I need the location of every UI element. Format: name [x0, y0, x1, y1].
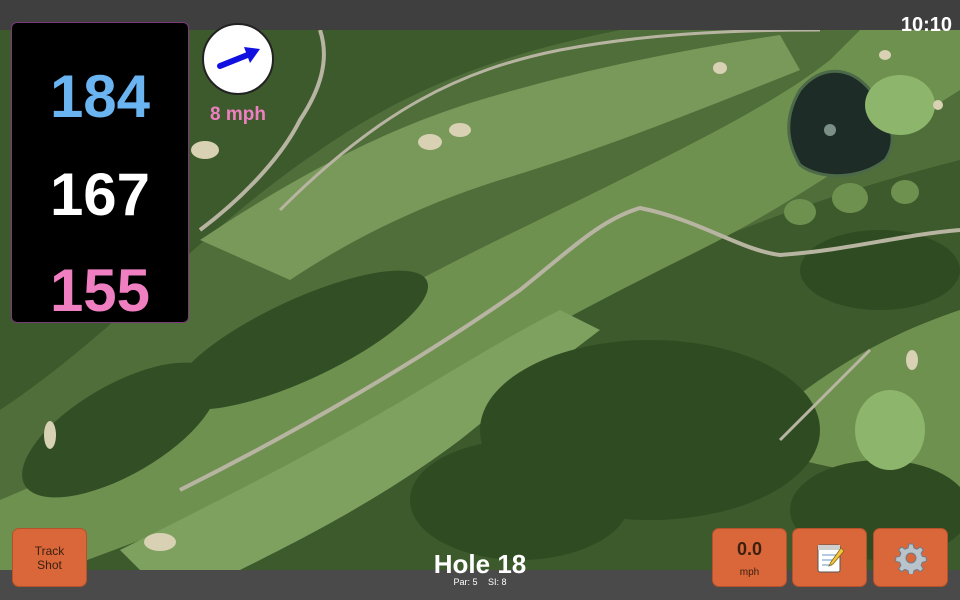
- notepad-icon: [817, 544, 845, 572]
- speed-value: 0.0: [736, 539, 763, 559]
- track-shot-button[interactable]: Track Shot: [12, 528, 87, 587]
- hole-par: Par: 5: [453, 577, 478, 587]
- speed-unit: mph: [739, 567, 760, 578]
- distance-front: 155: [49, 257, 151, 324]
- hole-meta: Par: 5 SI: 8: [400, 577, 560, 587]
- wind-direction-arrow-icon: [217, 47, 260, 69]
- settings-button[interactable]: [873, 528, 948, 587]
- speed-button[interactable]: 0.0 mph: [712, 528, 787, 587]
- wind-indicator: [202, 23, 274, 95]
- notes-button[interactable]: [792, 528, 867, 587]
- distance-middle: 167: [49, 161, 151, 228]
- distance-back: 184: [49, 63, 151, 130]
- distance-panel: 184 167 155: [11, 22, 189, 323]
- status-clock: 10:10: [900, 14, 952, 36]
- wind-speed: 8 mph: [210, 104, 266, 125]
- gear-icon: [894, 543, 927, 574]
- hole-si: SI: 8: [488, 577, 507, 587]
- hole-title: Hole 18: [433, 549, 527, 579]
